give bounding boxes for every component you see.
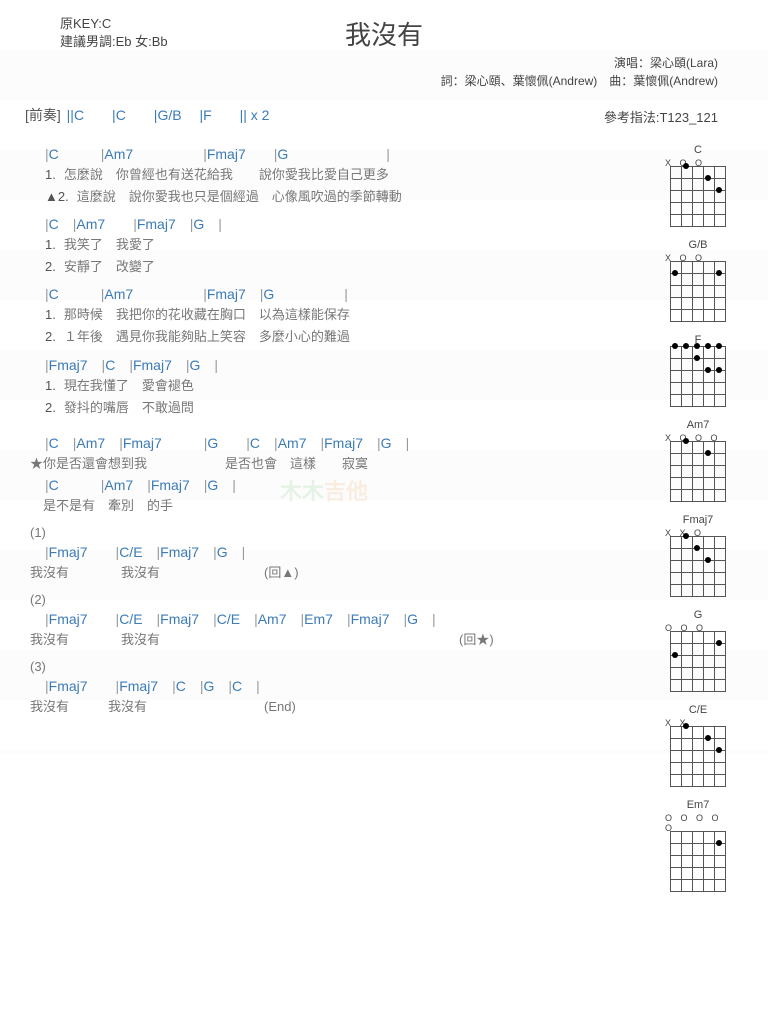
lyric-line: ★你是否還會想到我 是否也會 這樣 寂寞 xyxy=(25,453,648,475)
chord-diagram: G/BX O O xyxy=(663,239,733,322)
chord-line: |C |Am7 |Fmaj7 |G |C |Am7 |Fmaj7 |G | xyxy=(25,433,648,453)
chord-name: Em7 xyxy=(663,799,733,811)
credits: 詞：梁心頤、葉懷佩(Andrew) 曲：葉懷佩(Andrew) xyxy=(20,72,718,90)
chord-line: |C |Am7 |Fmaj7 |G | xyxy=(25,144,648,164)
lyric-line: 我沒有 我沒有 (回▲) xyxy=(25,562,648,584)
lyric-line: 是不是有 牽別 的手 xyxy=(25,495,648,517)
tuning-info: 建議男調:Eb 女:Bb xyxy=(60,33,168,51)
lyric-line: 2.１年後 遇見你我能夠貼上笑容 多麼小心的難過 xyxy=(25,326,648,348)
chord-name: G xyxy=(663,609,733,621)
chord-name: Am7 xyxy=(663,419,733,431)
intro-label: [前奏] xyxy=(25,107,61,123)
chord-diagram: F xyxy=(663,334,733,407)
chord-name: C xyxy=(663,144,733,156)
chord-line: |C |Am7 |Fmaj7 |G | xyxy=(25,284,648,304)
lyric-line: 2.安靜了 改變了 xyxy=(25,256,648,278)
chord-diagram: CX O O xyxy=(663,144,733,227)
lyric-line: 我沒有 我沒有 (End) xyxy=(25,696,648,718)
key-info: 原KEY:C xyxy=(60,15,168,33)
lyric-line: 1.現在我懂了 愛會褪色 xyxy=(25,375,648,397)
chord-name: Fmaj7 xyxy=(663,514,733,526)
chord-diagram: C/EX X xyxy=(663,704,733,787)
performer: 演唱：梁心頤(Lara) xyxy=(20,54,718,72)
lyric-line: 1.那時候 我把你的花收藏在胸口 以為這樣能保存 xyxy=(25,304,648,326)
section-number: (1) xyxy=(30,525,648,540)
chord-name: C/E xyxy=(663,704,733,716)
chord-line: |Fmaj7 |Fmaj7 |C |G |C | xyxy=(25,676,648,696)
chord-line: |Fmaj7 |C |Fmaj7 |G | xyxy=(25,355,648,375)
chord-line: |Fmaj7 |C/E |Fmaj7 |C/E |Am7 |Em7 |Fmaj7… xyxy=(25,609,648,629)
chord-diagram: Am7X O O O xyxy=(663,419,733,502)
chord-line: |C |Am7 |Fmaj7 |G | xyxy=(25,214,648,234)
lyric-line: 1.怎麼說 你曾經也有送花給我 說你愛我比愛自己更多 xyxy=(25,164,648,186)
chord-diagram: Fmaj7X X O xyxy=(663,514,733,597)
lyric-line: 2.發抖的嘴唇 不敢過問 xyxy=(25,397,648,419)
chord-diagram: G O O O xyxy=(663,609,733,692)
section-number: (2) xyxy=(30,592,648,607)
chord-diagram: Em7O O O O O xyxy=(663,799,733,892)
lyric-line: 1.我笑了 我愛了 xyxy=(25,234,648,256)
section-number: (3) xyxy=(30,659,648,674)
lyric-line: ▲2.這麼說 說你愛我也只是個經過 心像風吹過的季節轉動 xyxy=(25,186,648,208)
lyric-line: 我沒有 我沒有 (回★) xyxy=(25,629,648,651)
intro-chords: ||C |C |G/B |F || x 2 xyxy=(65,107,270,123)
chord-name: G/B xyxy=(663,239,733,251)
chord-line: |Fmaj7 |C/E |Fmaj7 |G | xyxy=(25,542,648,562)
chord-line: |C |Am7 |Fmaj7 |G | xyxy=(25,475,648,495)
